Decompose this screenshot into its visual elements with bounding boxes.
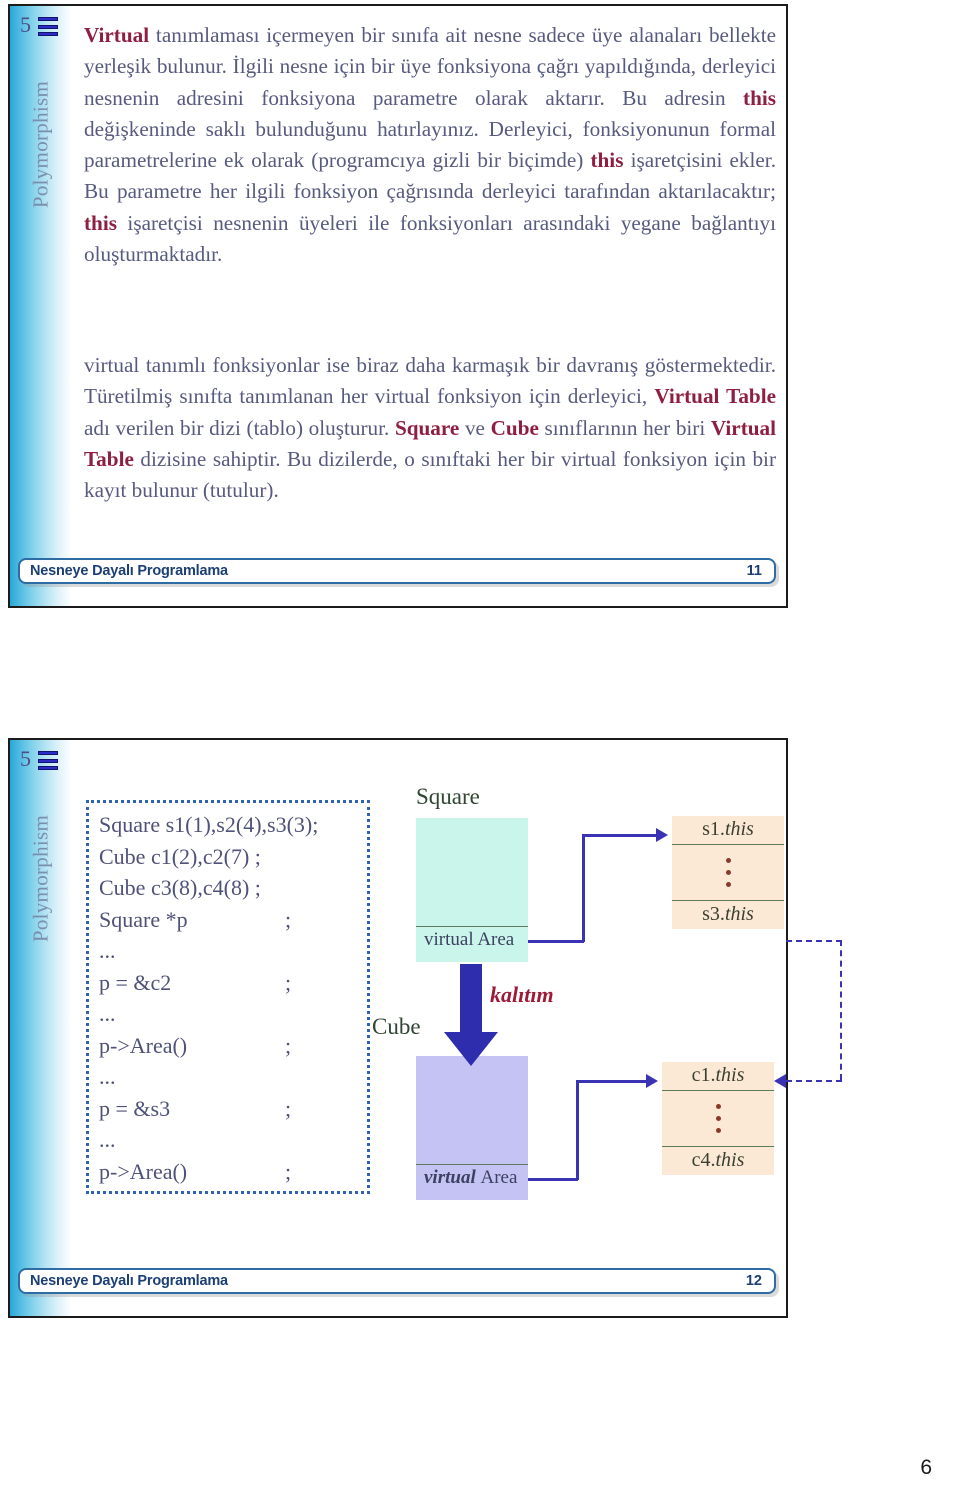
cube-connector-arrowhead bbox=[646, 1074, 658, 1088]
paragraph-2: virtual tanımlı fonksiyonlar ise biraz d… bbox=[84, 353, 777, 503]
square-object-table: s1.this s3.this bbox=[672, 816, 784, 929]
footer-course-title: Nesneye Dayalı Programlama bbox=[30, 1273, 228, 1289]
code-line-text: Cube c3(8),c4(8) ; bbox=[99, 875, 261, 900]
code-line: Cube c3(8),c4(8) ; bbox=[99, 872, 367, 904]
cube-object-table: c1.this c4.this bbox=[662, 1062, 774, 1175]
code-line: ... bbox=[99, 1061, 367, 1093]
class-diagram: Square Cube virtual Area virtual Area ka… bbox=[372, 774, 842, 1244]
code-line: p->Area(); bbox=[99, 1030, 367, 1062]
slide-1: 5 Polymorphism Virtual tanımlaması içerm… bbox=[8, 4, 788, 608]
inheritance-arrow-head bbox=[444, 1032, 498, 1066]
slide-2-body: Square s1(1),s2(4),s3(3); Cube c1(2),c2(7… bbox=[72, 740, 842, 1316]
footer-course-title: Nesneye Dayalı Programlama bbox=[30, 563, 228, 579]
cube-vtable-box: virtual Area bbox=[416, 1056, 528, 1200]
square-object-ellipsis bbox=[672, 844, 784, 901]
square-connector-h1 bbox=[528, 940, 584, 943]
code-line: ... bbox=[99, 1124, 367, 1156]
code-line-text: ... bbox=[99, 1064, 116, 1089]
cube-connector-v bbox=[576, 1080, 579, 1180]
square-object-last: s3.this bbox=[702, 903, 754, 925]
code-line: p = &c2; bbox=[99, 967, 367, 999]
square-connector-v bbox=[582, 834, 585, 942]
this-pointer-arrowhead bbox=[774, 1074, 786, 1088]
code-line-text: ... bbox=[99, 1001, 116, 1026]
slide-2: 5 Polymorphism Square s1(1),s2(4),s3(3);… bbox=[8, 738, 842, 1318]
slide-2-sidebar: 5 Polymorphism bbox=[10, 740, 72, 1316]
slide-1-body: Virtual tanımlaması içermeyen bir sınıfa… bbox=[72, 6, 786, 606]
sidebar-vertical-title: Polymorphism bbox=[28, 814, 53, 943]
dot-icon bbox=[725, 870, 731, 875]
code-line-text: Cube c1(2),c2(7) ; bbox=[99, 843, 261, 869]
code-line-semicolon: ; bbox=[285, 969, 292, 995]
cube-object-last: c4.this bbox=[691, 1149, 745, 1171]
code-line-text: p = &s3 bbox=[99, 1095, 171, 1121]
this-pointer-dashed-h2 bbox=[786, 1080, 842, 1082]
code-line: Cube c1(2),c2(7) ; bbox=[99, 841, 367, 873]
dot-icon bbox=[715, 1128, 721, 1133]
code-line-text: p->Area() bbox=[99, 1158, 188, 1184]
cube-object-first: c1.this bbox=[691, 1064, 745, 1086]
paragraph-1: Virtual tanımlaması içermeyen bir sınıfa… bbox=[84, 23, 776, 267]
dot-icon bbox=[725, 858, 731, 863]
code-line: Square *p; bbox=[99, 904, 367, 936]
code-line-semicolon: ; bbox=[285, 906, 292, 932]
dot-icon bbox=[715, 1116, 721, 1121]
sidebar-vertical-title: Polymorphism bbox=[28, 80, 53, 209]
code-line: Square s1(1),s2(4),s3(3); bbox=[99, 809, 367, 841]
square-class-label: Square bbox=[416, 784, 480, 809]
square-virtual-area-entry: virtual Area bbox=[416, 926, 528, 954]
code-line-semicolon: ; bbox=[285, 1095, 292, 1121]
code-line: ... bbox=[99, 998, 367, 1030]
code-line-semicolon: ; bbox=[285, 1032, 292, 1058]
inheritance-arrow-shaft bbox=[460, 964, 482, 1034]
cube-connector-h2 bbox=[576, 1080, 646, 1083]
code-line-text: Square s1(1),s2(4),s3(3); bbox=[99, 812, 319, 837]
cube-members-area bbox=[416, 1056, 528, 1164]
code-line-text: p->Area() bbox=[99, 1032, 188, 1058]
cube-virtual-area-entry: virtual Area bbox=[416, 1164, 528, 1192]
list-bars-icon bbox=[38, 751, 58, 770]
code-line-text: ... bbox=[99, 938, 116, 963]
dot-icon bbox=[725, 882, 731, 887]
cube-object-ellipsis bbox=[662, 1090, 774, 1147]
code-line: p->Area(); bbox=[99, 1156, 367, 1188]
code-line-semicolon: ; bbox=[285, 1158, 292, 1184]
slide-number: 5 bbox=[20, 746, 31, 771]
code-block: Square s1(1),s2(4),s3(3); Cube c1(2),c2(7… bbox=[86, 800, 370, 1194]
square-members-area bbox=[416, 818, 528, 926]
square-object-first: s1.this bbox=[702, 818, 754, 840]
square-connector-h2 bbox=[582, 834, 656, 837]
footer-slide-number: 12 bbox=[745, 1273, 762, 1289]
this-pointer-dashed-v bbox=[840, 940, 842, 1080]
cube-class-label: Cube bbox=[372, 1014, 421, 1039]
slide-2-footer: Nesneye Dayalı Programlama 12 bbox=[18, 1268, 776, 1294]
this-pointer-dashed-h1 bbox=[786, 940, 842, 942]
square-vtable-box: virtual Area bbox=[416, 818, 528, 962]
slide-1-sidebar: 5 Polymorphism bbox=[10, 6, 72, 606]
list-bars-icon bbox=[38, 17, 58, 36]
code-line-text: p = &c2 bbox=[99, 969, 172, 995]
square-connector-arrowhead bbox=[656, 828, 668, 842]
slide-1-footer: Nesneye Dayalı Programlama 11 bbox=[18, 558, 776, 584]
code-line-text: ... bbox=[99, 1127, 116, 1152]
cube-connector-h1 bbox=[528, 1178, 578, 1181]
slide-number: 5 bbox=[20, 12, 31, 37]
code-line-text: Square *p bbox=[99, 906, 188, 932]
footer-slide-number: 11 bbox=[746, 563, 762, 579]
inheritance-label: kalıtım bbox=[490, 982, 554, 1007]
dot-icon bbox=[715, 1104, 721, 1109]
code-line: p = &s3; bbox=[99, 1093, 367, 1125]
pdf-page-number: 6 bbox=[920, 1456, 932, 1479]
code-line: ... bbox=[99, 935, 367, 967]
